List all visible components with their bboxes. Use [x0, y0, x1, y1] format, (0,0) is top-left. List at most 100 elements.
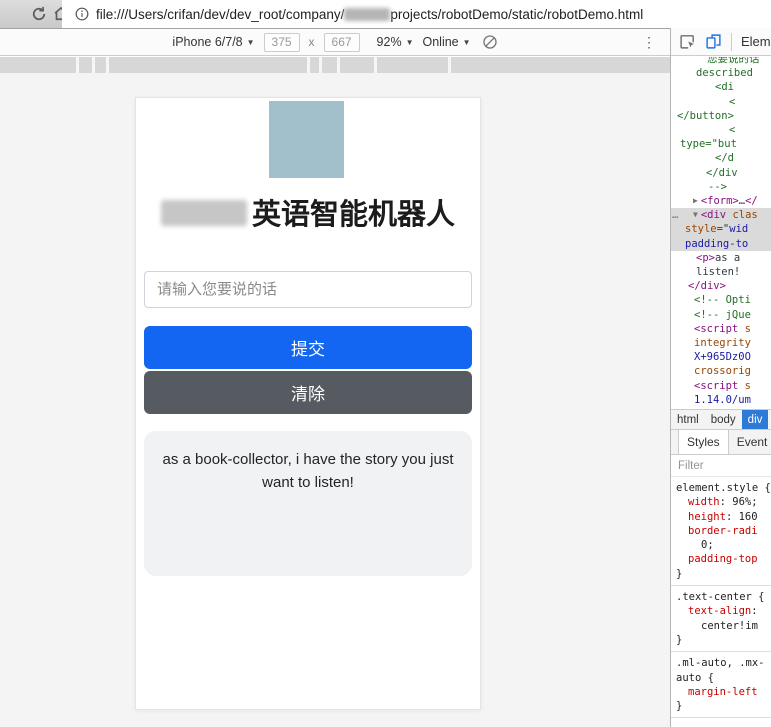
style-line[interactable]: center!im [671, 619, 771, 633]
code-line[interactable]: crossorig [671, 364, 771, 378]
tab-styles[interactable]: Styles [678, 430, 729, 454]
inspect-element-icon[interactable] [679, 33, 696, 50]
tab-event-listeners[interactable]: Event Listeners [729, 430, 771, 454]
filter-placeholder: Filter [678, 459, 704, 472]
code-line[interactable]: </div> [671, 279, 771, 293]
media-query-divider [106, 57, 109, 73]
styles-pane: element.style {width: 96%; height: 160 bor… [671, 477, 771, 727]
style-rule[interactable]: .ml-auto, .mx-auto {margin-left} [671, 652, 771, 719]
media-query-divider [76, 57, 79, 73]
code-line[interactable]: <!-- jQue [671, 308, 771, 322]
code-line[interactable]: </button> [671, 109, 771, 123]
style-line[interactable]: border-radi [671, 524, 771, 538]
breadcrumb-item-div[interactable]: div [741, 410, 769, 429]
info-icon[interactable] [75, 7, 89, 21]
page-title: 英语智能机器人 [136, 191, 480, 233]
code-line[interactable]: 1.14.0/um [671, 393, 771, 407]
emulated-page: 英语智能机器人 提交 清除 as a book-collector, i hav… [135, 97, 481, 710]
code-line[interactable]: … ▼ <div clas [671, 208, 771, 223]
code-line[interactable]: padding-to [671, 236, 771, 251]
code-line[interactable]: ▶ <form>…</ [671, 194, 771, 208]
media-query-divider [337, 57, 340, 73]
dimension-separator: x [308, 35, 315, 49]
media-query-divider [374, 57, 377, 73]
code-line[interactable]: <script s [671, 379, 771, 393]
code-line[interactable]: --> [671, 180, 771, 194]
reload-icon[interactable] [30, 5, 48, 23]
browser-toolbar: file:///Users/crifan/dev/dev_root/compan… [0, 0, 771, 29]
style-line[interactable]: padding-top [671, 552, 771, 566]
code-line[interactable]: <di [671, 80, 771, 94]
breadcrumb-item-body[interactable]: body [705, 410, 742, 429]
address-bar[interactable]: file:///Users/crifan/dev/dev_root/compan… [62, 0, 771, 28]
code-line[interactable]: <p>as a [671, 251, 771, 265]
elements-code-lines: 您要说的话 described <di < </button> < type="but </d… [671, 57, 771, 407]
style-line[interactable]: } [671, 567, 771, 581]
code-line[interactable]: type="but [671, 137, 771, 151]
style-line[interactable]: } [671, 633, 771, 647]
style-line[interactable]: .text-center { [671, 590, 771, 604]
chevron-down-icon: ▼ [246, 37, 255, 47]
logo-image [269, 101, 344, 178]
style-line[interactable]: } [671, 699, 771, 713]
media-query-divider [307, 57, 310, 73]
style-line[interactable]: 0; [671, 538, 771, 552]
breadcrumb: html body div [671, 409, 771, 429]
url-redacted-segment [344, 7, 391, 21]
zoom-select[interactable]: 92% ▼ [377, 35, 414, 49]
sidebar-tabbar: StylesEvent Listeners [671, 429, 771, 455]
viewport-width-input[interactable]: 375 [263, 32, 300, 52]
code-line[interactable]: X+965Dz0O [671, 350, 771, 364]
chevron-down-icon: ▼ [462, 37, 471, 47]
url-text: file:///Users/crifan/dev/dev_root/compan… [96, 6, 644, 22]
media-query-divider [92, 57, 95, 73]
chevron-down-icon: ▼ [405, 37, 414, 47]
style-line[interactable]: width: 96%; [671, 495, 771, 509]
tab-elements[interactable]: Elements [741, 34, 771, 49]
rotate-viewport-icon[interactable] [482, 34, 498, 50]
style-line[interactable]: .ml-auto, .mx- [671, 656, 771, 670]
code-line[interactable]: < [671, 95, 771, 109]
clear-button[interactable]: 清除 [144, 371, 472, 414]
collapse-arrow-icon[interactable]: ▼ [693, 210, 698, 219]
code-line[interactable]: <script s [671, 322, 771, 336]
media-query-divider [448, 57, 451, 73]
device-toolbar-toggle-icon[interactable] [705, 33, 722, 50]
device-select[interactable]: iPhone 6/7/8 ▼ [172, 35, 254, 49]
result-box: as a book-collector, i have the story yo… [144, 431, 472, 576]
device-viewport-area: 英语智能机器人 提交 清除 as a book-collector, i hav… [0, 73, 670, 727]
device-emulation-toolbar: iPhone 6/7/8 ▼ 375 x 667 92% ▼ Online ▼ ⋮ [0, 29, 670, 56]
code-line[interactable]: <!-- Opti [671, 293, 771, 307]
media-query-bar[interactable] [0, 57, 670, 73]
title-redacted-segment [160, 200, 247, 226]
devtools-panel: Elements 您要说的话described<di<</button><typ… [670, 28, 771, 727]
expand-arrow-icon[interactable]: ▶ [693, 196, 698, 205]
style-line[interactable]: auto { [671, 671, 771, 685]
style-rule[interactable]: .text-center {text-align: center!im} [671, 586, 771, 653]
more-options-icon[interactable]: ⋮ [642, 34, 656, 51]
devtools-toolbar: Elements [671, 28, 771, 56]
media-query-divider [319, 57, 322, 73]
code-line[interactable]: </div [671, 166, 771, 180]
toolbar-divider [731, 32, 732, 51]
network-throttle-select[interactable]: Online ▼ [423, 35, 471, 49]
style-line[interactable]: element.style { [671, 481, 771, 495]
code-line[interactable]: < [671, 123, 771, 137]
code-line[interactable]: style="wid [671, 222, 771, 237]
code-line[interactable]: described [671, 66, 771, 80]
style-rule[interactable]: element.style {width: 96%; height: 160 bor… [671, 477, 771, 587]
code-line[interactable]: </d [671, 151, 771, 165]
code-line[interactable]: integrity [671, 336, 771, 350]
submit-button[interactable]: 提交 [144, 326, 472, 369]
speech-input[interactable] [144, 271, 472, 308]
breadcrumb-item-html[interactable]: html [671, 410, 705, 429]
styles-filter-input[interactable]: Filter [671, 455, 771, 477]
code-line[interactable]: 您要说的话 [671, 57, 771, 66]
code-line[interactable]: listen! [671, 265, 771, 279]
style-line[interactable]: height: 160 [671, 510, 771, 524]
style-line[interactable]: text-align: [671, 604, 771, 618]
style-line[interactable]: margin-left [671, 685, 771, 699]
viewport-height-input[interactable]: 667 [323, 32, 360, 52]
elements-code: 您要说的话 described <di < </button> < type="but </d… [671, 57, 771, 409]
chrome-window: file:///Users/crifan/dev/dev_root/compan… [0, 0, 771, 727]
